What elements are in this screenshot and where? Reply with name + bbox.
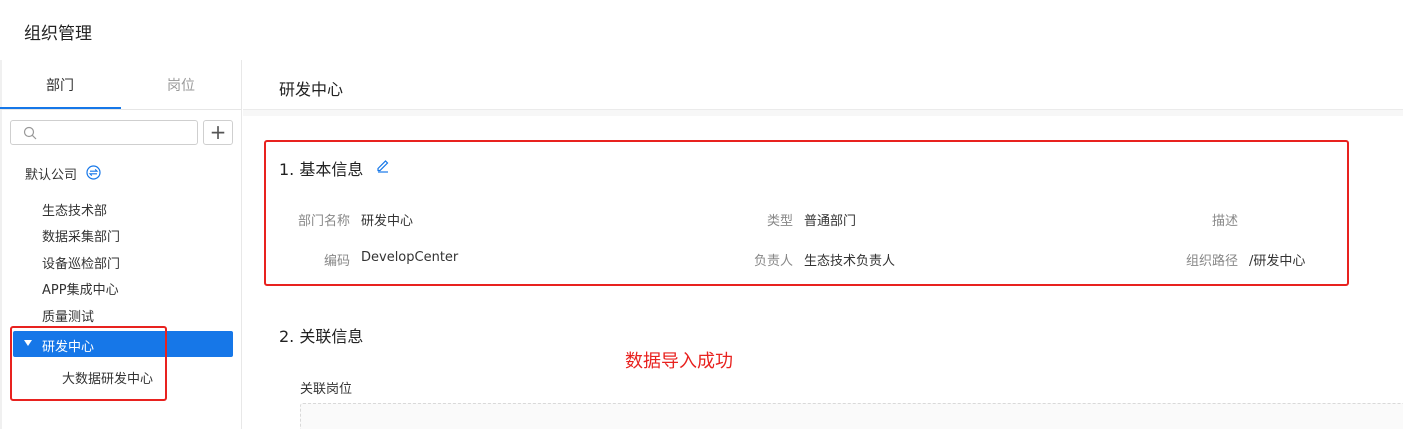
edit-icon[interactable] [375, 157, 391, 173]
top-bar: 组织管理 [0, 0, 1403, 60]
type-label: 类型 [766, 214, 793, 229]
sidebar: 部门 岗位 + 默认公司 生态技术部 数据采集部门 设备巡检部门 APP集成中心… [0, 60, 242, 429]
path-label: 组织路径 [1185, 254, 1238, 269]
type-value: 普通部门 [804, 214, 857, 229]
related-positions-area [300, 403, 1403, 429]
search-icon [23, 126, 37, 140]
tree-item[interactable]: 质量测试 [42, 306, 94, 325]
desc-label: 描述 [1211, 214, 1238, 229]
tree-item-label: 研发中心 [42, 340, 95, 355]
code-label: 编码 [323, 254, 350, 269]
header-divider [243, 110, 1403, 116]
tree-company[interactable]: 默认公司 [25, 164, 77, 183]
switch-icon[interactable] [86, 165, 101, 180]
tree-item[interactable]: 数据采集部门 [42, 226, 120, 245]
tree-item[interactable]: APP集成中心 [42, 279, 119, 298]
department-title: 研发中心 [279, 80, 344, 99]
dept-name-value: 研发中心 [361, 214, 414, 229]
tree-item[interactable]: 生态技术部 [42, 200, 107, 219]
sidebar-tabs: 部门 岗位 [0, 60, 242, 110]
related-info-title: 2. 关联信息 [279, 327, 364, 346]
search-box[interactable] [10, 120, 198, 145]
code-value: DevelopCenter [361, 250, 459, 265]
add-department-button[interactable]: + [203, 120, 233, 145]
owner-label: 负责人 [753, 254, 793, 269]
page-title: 组织管理 [24, 24, 92, 44]
search-input[interactable] [41, 123, 191, 142]
caret-down-icon[interactable] [24, 340, 32, 346]
path-value: /研发中心 [1249, 254, 1306, 269]
tree-item-selected[interactable]: 研发中心 [13, 331, 233, 357]
tree-item[interactable]: 大数据研发中心 [62, 368, 153, 387]
main-header: 研发中心 [243, 60, 1403, 110]
tab-department[interactable]: 部门 [0, 60, 120, 110]
success-message: 数据导入成功 [625, 351, 733, 372]
main-panel: 研发中心 1. 基本信息 部门名称 研发中心 类型 普通部门 描述 编码 Dev… [243, 60, 1403, 429]
active-tab-indicator [0, 107, 121, 109]
dept-name-label: 部门名称 [297, 214, 350, 229]
sidebar-rule [0, 60, 2, 429]
tab-position[interactable]: 岗位 [121, 60, 241, 110]
tree-item[interactable]: 设备巡检部门 [42, 253, 120, 272]
related-positions-label: 关联岗位 [300, 382, 353, 397]
basic-info-title: 1. 基本信息 [279, 160, 364, 179]
owner-value: 生态技术负责人 [804, 254, 896, 269]
